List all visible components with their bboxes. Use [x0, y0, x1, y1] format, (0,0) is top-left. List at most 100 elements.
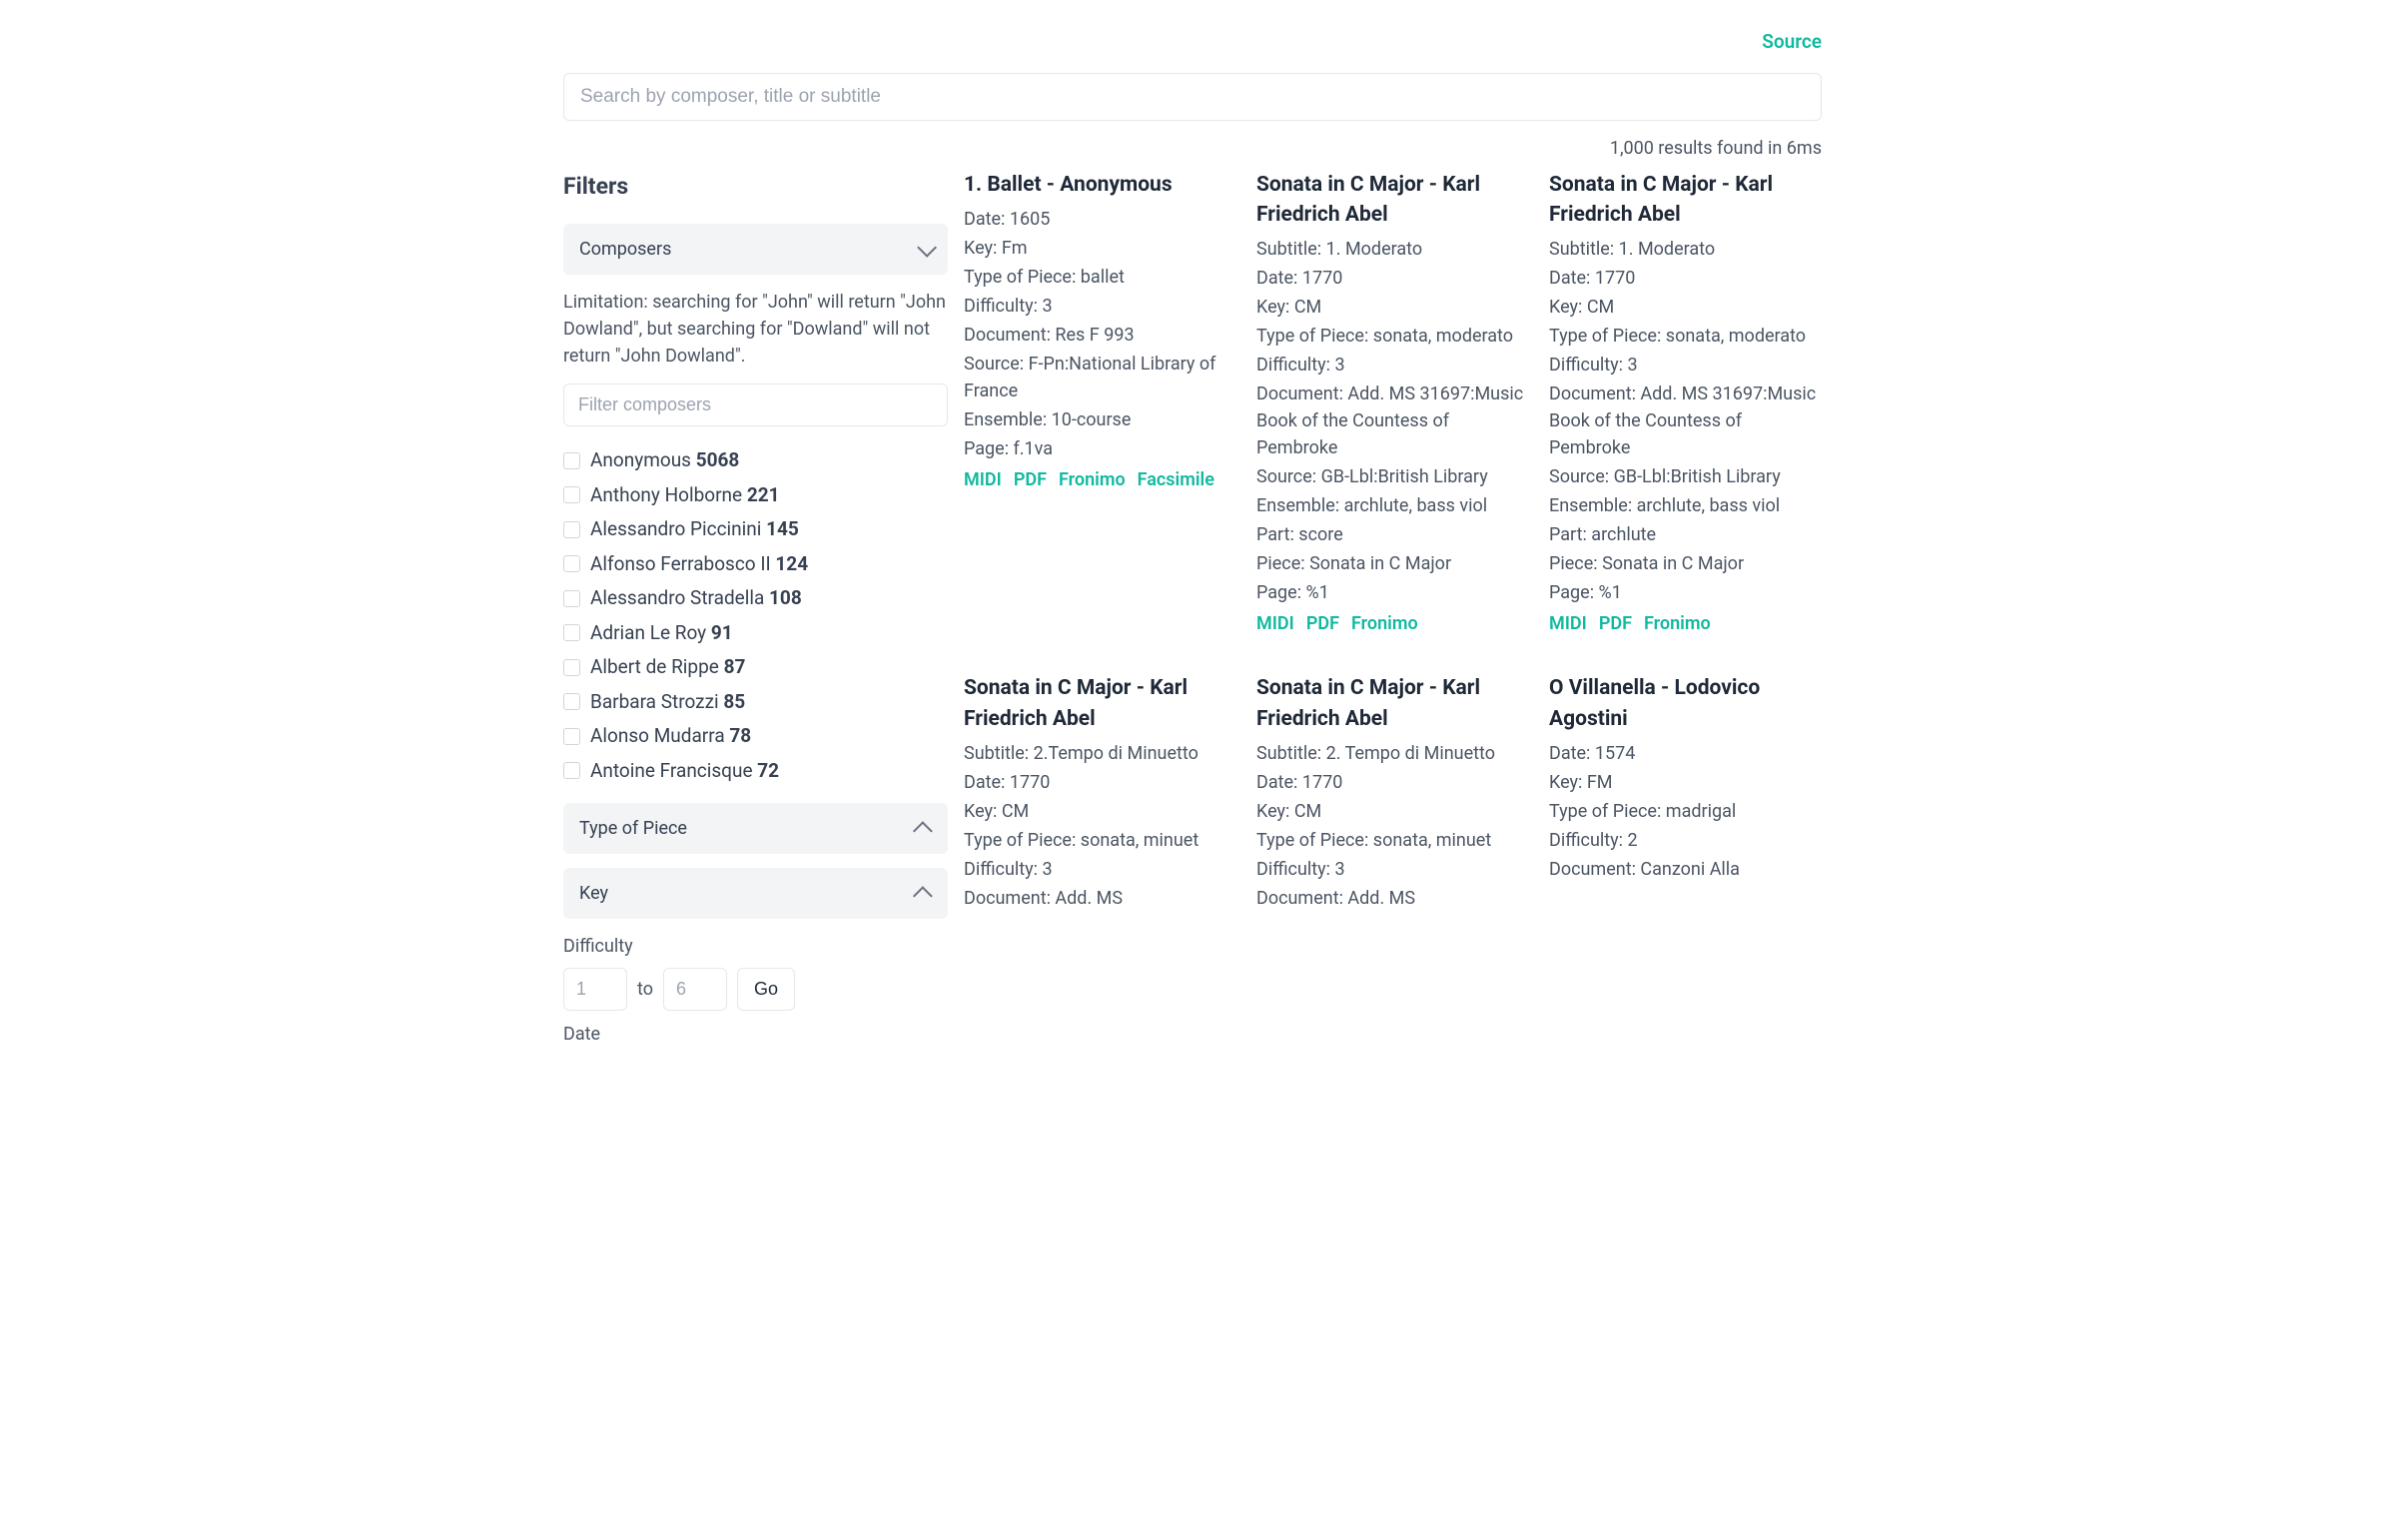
result-field-date: Date: 1770 [1549, 265, 1822, 292]
checkbox[interactable] [563, 452, 580, 469]
composer-count: 85 [723, 690, 745, 713]
result-field-difficulty: Difficulty: 3 [964, 293, 1236, 320]
source-link[interactable]: Source [1762, 30, 1822, 53]
composer-row[interactable]: Antoine Francisque 72 [563, 755, 948, 788]
result-card: Sonata in C Major - Karl Friedrich Abel S… [1549, 170, 1822, 638]
result-field-subtitle: Subtitle: 1. Moderato [1256, 236, 1529, 263]
difficulty-from-input[interactable] [563, 968, 627, 1011]
result-field-page: Page: %1 [1549, 579, 1822, 606]
result-field-date: Date: 1770 [1256, 769, 1529, 796]
composer-row[interactable]: Alessandro Piccinini 145 [563, 513, 948, 546]
composer-name: Alessandro Stradella [590, 586, 769, 609]
composer-count: 145 [766, 517, 799, 540]
result-field-source: Source: GB-Lbl:British Library [1549, 463, 1822, 490]
result-field-page: Page: f.1va [964, 435, 1236, 462]
composer-list: Anonymous 5068Anthony Holborne 221Alessa… [563, 444, 948, 787]
result-field-subtitle: Subtitle: 1. Moderato [1549, 236, 1822, 263]
checkbox[interactable] [563, 486, 580, 503]
result-title[interactable]: Sonata in C Major - Karl Friedrich Abel [1256, 170, 1529, 231]
facet-type-header[interactable]: Type of Piece [563, 803, 948, 854]
result-links: MIDI PDF Fronimo [1256, 610, 1529, 637]
composer-count: 72 [757, 759, 779, 782]
result-field-ensemble: Ensemble: 10-course [964, 406, 1236, 433]
filters-title: Filters [563, 170, 948, 205]
chevron-up-icon [913, 821, 933, 841]
search-input[interactable] [563, 73, 1822, 121]
result-field-subtitle: Subtitle: 2.Tempo di Minuetto [964, 740, 1236, 767]
checkbox[interactable] [563, 659, 580, 676]
result-title[interactable]: 1. Ballet - Anonymous [964, 170, 1236, 200]
facet-key-label: Key [579, 880, 608, 907]
checkbox[interactable] [563, 762, 580, 779]
result-field-type: Type of Piece: sonata, minuet [1256, 827, 1529, 854]
checkbox[interactable] [563, 624, 580, 641]
result-field-subtitle: Subtitle: 2. Tempo di Minuetto [1256, 740, 1529, 767]
download-link[interactable]: MIDI [1549, 610, 1587, 637]
composer-name: Antoine Francisque [590, 759, 757, 782]
facet-key-header[interactable]: Key [563, 868, 948, 919]
composer-row[interactable]: Barbara Strozzi 85 [563, 686, 948, 719]
result-field-document: Document: Add. MS 31697:Music Book of th… [1256, 381, 1529, 461]
download-link[interactable]: PDF [1014, 466, 1047, 493]
result-field-difficulty: Difficulty: 3 [1549, 352, 1822, 379]
result-field-key: Key: CM [1256, 798, 1529, 825]
composer-row[interactable]: Alfonso Ferrabosco II 124 [563, 548, 948, 581]
facet-composers-header[interactable]: Composers [563, 224, 948, 275]
result-field-type: Type of Piece: sonata, minuet [964, 827, 1236, 854]
checkbox[interactable] [563, 693, 580, 710]
difficulty-go-button[interactable]: Go [737, 968, 795, 1011]
download-link[interactable]: MIDI [1256, 610, 1294, 637]
result-field-type: Type of Piece: sonata, moderato [1256, 323, 1529, 350]
filters-sidebar: Filters Composers Limitation: searching … [563, 170, 948, 1057]
download-link[interactable]: Fronimo [1351, 610, 1418, 637]
download-link[interactable]: Fronimo [1644, 610, 1711, 637]
result-field-page: Page: %1 [1256, 579, 1529, 606]
result-field-key: Key: Fm [964, 235, 1236, 262]
composer-name: Barbara Strozzi [590, 690, 723, 713]
composer-count: 108 [769, 586, 802, 609]
result-card: O Villanella - Lodovico AgostiniDate: 15… [1549, 673, 1822, 914]
download-link[interactable]: PDF [1306, 610, 1339, 637]
composer-name: Anthony Holborne [590, 483, 747, 506]
download-link[interactable]: MIDI [964, 466, 1002, 493]
result-field-part: Part: archlute [1549, 521, 1822, 548]
result-title[interactable]: O Villanella - Lodovico Agostini [1549, 673, 1822, 734]
result-field-date: Date: 1770 [964, 769, 1236, 796]
composers-limitation: Limitation: searching for "John" will re… [563, 289, 948, 370]
chevron-up-icon [913, 886, 933, 906]
facet-composers-label: Composers [579, 236, 671, 263]
source-link-row: Source [563, 28, 1822, 57]
download-link[interactable]: Facsimile [1138, 466, 1214, 493]
composer-row[interactable]: Anonymous 5068 [563, 444, 948, 477]
result-title[interactable]: Sonata in C Major - Karl Friedrich Abel [1549, 170, 1822, 231]
result-field-date: Date: 1770 [1256, 265, 1529, 292]
result-field-document: Document: Add. MS [1256, 885, 1529, 912]
result-title[interactable]: Sonata in C Major - Karl Friedrich Abel [964, 673, 1236, 734]
result-field-key: Key: CM [1549, 294, 1822, 321]
composer-row[interactable]: Alessandro Stradella 108 [563, 582, 948, 615]
checkbox[interactable] [563, 521, 580, 538]
checkbox[interactable] [563, 555, 580, 572]
composer-name: Anonymous [590, 448, 696, 471]
result-field-difficulty: Difficulty: 3 [964, 856, 1236, 883]
filter-composers-input[interactable] [563, 384, 948, 426]
result-field-piece: Piece: Sonata in C Major [1256, 550, 1529, 577]
composer-name: Albert de Rippe [590, 655, 724, 678]
result-field-key: Key: FM [1549, 769, 1822, 796]
composer-row[interactable]: Alonso Mudarra 78 [563, 720, 948, 753]
checkbox[interactable] [563, 728, 580, 745]
download-link[interactable]: Fronimo [1059, 466, 1126, 493]
composer-row[interactable]: Albert de Rippe 87 [563, 651, 948, 684]
result-title[interactable]: Sonata in C Major - Karl Friedrich Abel [1256, 673, 1529, 734]
result-field-source: Source: GB-Lbl:British Library [1256, 463, 1529, 490]
composer-name: Alfonso Ferrabosco II [590, 552, 775, 575]
composer-name: Alessandro Piccinini [590, 517, 766, 540]
checkbox[interactable] [563, 590, 580, 607]
composer-row[interactable]: Anthony Holborne 221 [563, 479, 948, 512]
composer-row[interactable]: Adrian Le Roy 91 [563, 617, 948, 650]
date-label: Date [563, 1021, 948, 1048]
download-link[interactable]: PDF [1599, 610, 1632, 637]
difficulty-to-input[interactable] [663, 968, 727, 1011]
result-field-source: Source: F-Pn:National Library of France [964, 351, 1236, 404]
result-field-part: Part: score [1256, 521, 1529, 548]
